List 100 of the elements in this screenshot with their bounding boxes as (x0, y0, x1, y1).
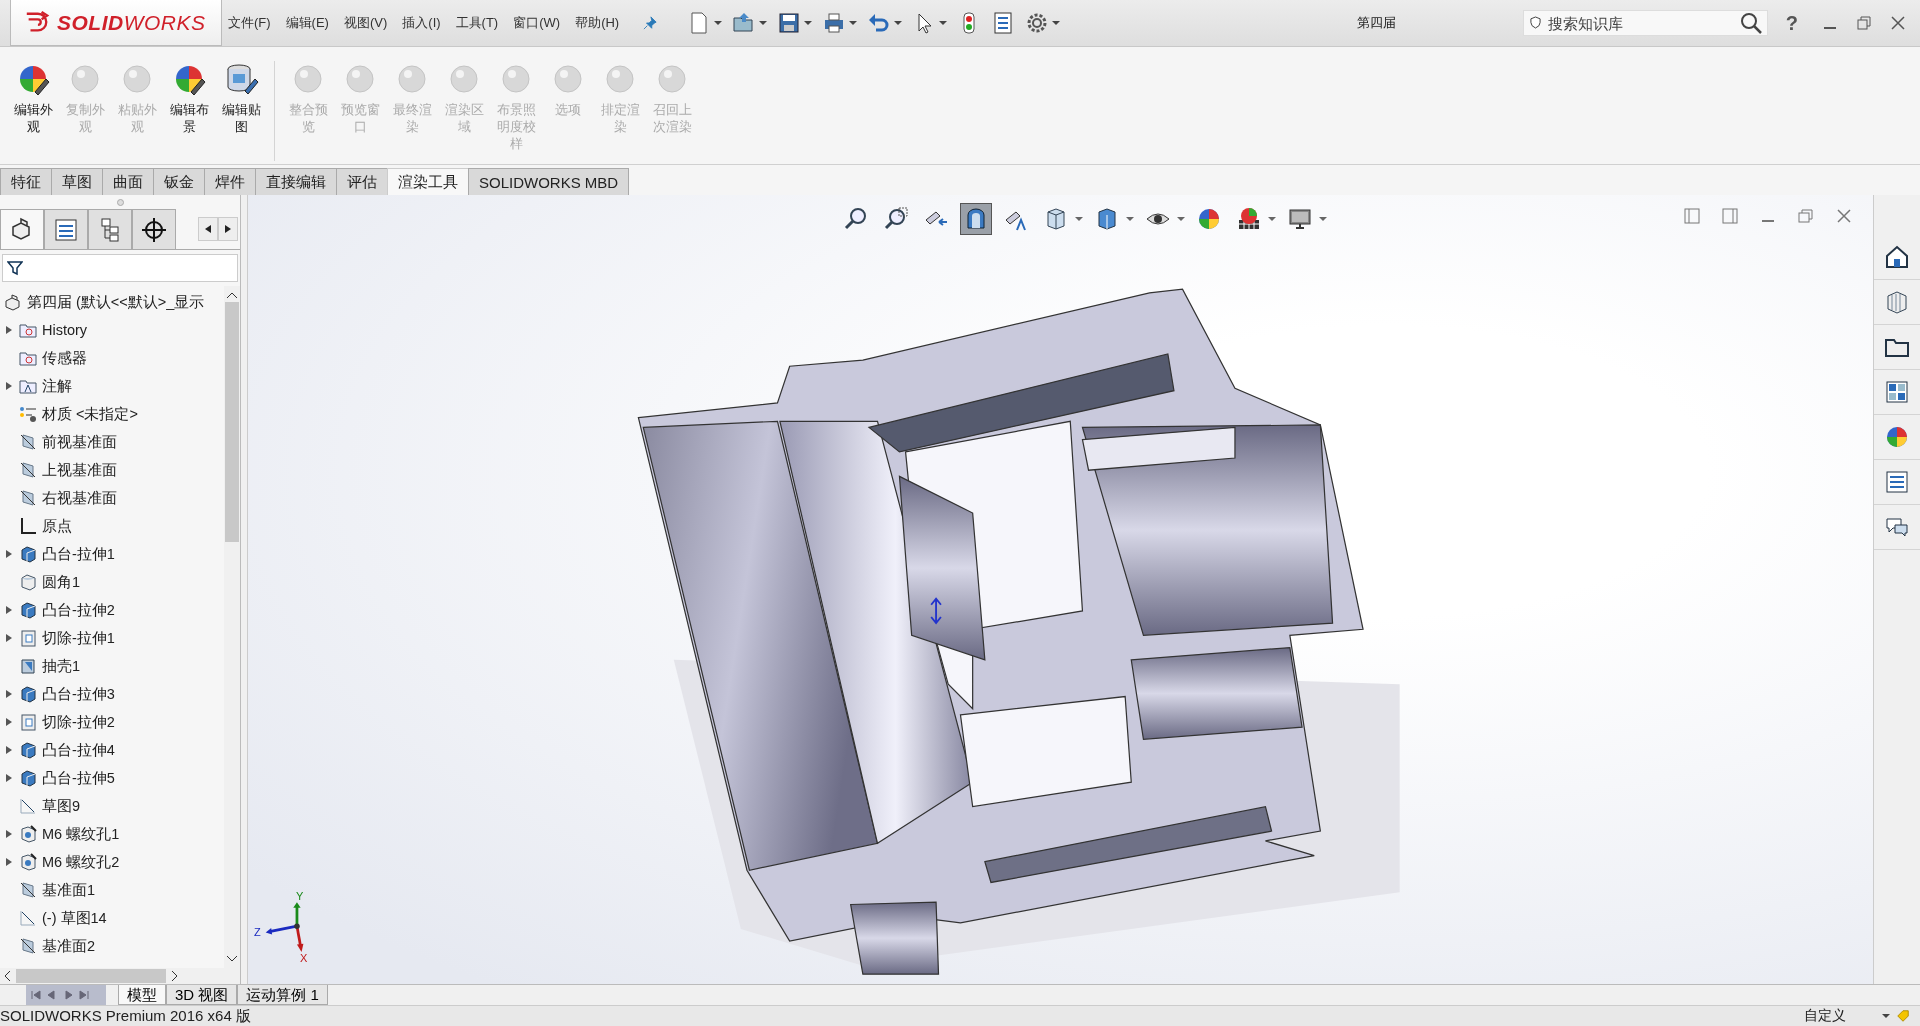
close-icon[interactable] (1835, 207, 1853, 225)
box-stack-icon[interactable] (1884, 289, 1910, 315)
filter-field[interactable] (2, 254, 238, 282)
colored-sphere-icon[interactable] (1884, 424, 1910, 450)
model-view-tab[interactable]: 3D 视图 (166, 985, 238, 1005)
expand-arrow-icon[interactable] (6, 634, 12, 642)
command-tab[interactable]: 草图 (51, 168, 103, 195)
menu-item[interactable]: 视图(V) (343, 14, 388, 32)
tree-item[interactable]: 材质 <未指定> (42, 404, 138, 424)
tab-navigation-buttons[interactable] (26, 985, 106, 1005)
caret-icon[interactable] (894, 19, 903, 27)
expand-arrow-icon[interactable] (6, 718, 12, 726)
model-view-tab[interactable]: 模型 (118, 985, 166, 1005)
expand-arrow-icon[interactable] (6, 774, 12, 782)
command-tab[interactable]: 评估 (336, 168, 388, 195)
caret-icon[interactable] (714, 19, 723, 27)
ribbon-button[interactable]: 编辑贴图 (216, 61, 266, 135)
menu-item[interactable]: 插入(I) (402, 14, 441, 32)
part-drawing[interactable] (637, 288, 1400, 975)
command-tab[interactable]: 曲面 (102, 168, 154, 195)
units-selector[interactable]: 自定义 (1804, 1007, 1846, 1025)
save-icon[interactable] (777, 11, 802, 35)
tree-item[interactable]: 原点 (42, 516, 72, 536)
help-button[interactable]: ? (1785, 11, 1798, 35)
tree-item[interactable]: 凸台-拉伸4 (42, 740, 115, 760)
scroll-down-icon[interactable] (227, 956, 237, 962)
close-icon[interactable] (1890, 15, 1906, 31)
expand-arrow-icon[interactable] (6, 746, 12, 754)
scrollbar-thumb[interactable] (225, 302, 239, 542)
caret-icon[interactable] (1052, 19, 1061, 27)
caret-icon[interactable] (1319, 215, 1327, 223)
tree-item[interactable]: 基准面2 (42, 936, 96, 956)
caret-icon[interactable] (759, 19, 768, 27)
tree-item[interactable]: M6 螺纹孔2 (42, 852, 120, 872)
graphics-area[interactable]: Y Z X (248, 195, 1873, 984)
panel-left-icon[interactable] (1683, 207, 1701, 225)
solidworks-logo[interactable]: SOLIDWORKS (10, 0, 222, 46)
search-field[interactable]: 搜索知识库 (1522, 10, 1768, 36)
tree-item[interactable]: 右视基准面 (42, 488, 117, 508)
search-icon[interactable] (1739, 12, 1762, 34)
tree-item[interactable]: History (42, 322, 88, 338)
expand-arrow-icon[interactable] (6, 830, 12, 838)
view-palette-icon[interactable] (1884, 379, 1910, 405)
grip-dot[interactable] (116, 198, 124, 206)
command-tab[interactable]: 直接编辑 (255, 168, 337, 195)
caret-icon[interactable] (804, 19, 813, 27)
list-icon[interactable] (1884, 469, 1910, 495)
tree-item[interactable]: 凸台-拉伸5 (42, 768, 115, 788)
panel-tab[interactable] (0, 209, 44, 249)
expand-arrow-icon[interactable] (6, 858, 12, 866)
scroll-right-icon[interactable] (172, 971, 178, 981)
tree-item[interactable]: (-) 草图14 (42, 908, 107, 928)
tree-item[interactable]: 切除-拉伸1 (42, 628, 115, 648)
model-view-tab[interactable]: 运动算例 1 (237, 985, 328, 1005)
menu-item[interactable]: 文件(F) (228, 14, 271, 32)
command-tab[interactable]: 特征 (0, 168, 52, 195)
panel-tab[interactable] (132, 209, 176, 249)
pin-icon[interactable] (643, 16, 658, 30)
caret-icon[interactable] (1126, 215, 1134, 223)
command-tab[interactable]: 焊件 (204, 168, 256, 195)
tree-item[interactable]: 凸台-拉伸3 (42, 684, 115, 704)
tree-item[interactable]: 抽壳1 (42, 656, 81, 676)
tree-item[interactable]: 切除-拉伸2 (42, 712, 115, 732)
tree-item[interactable]: 凸台-拉伸2 (42, 600, 115, 620)
menu-item[interactable]: 窗口(W) (513, 14, 561, 32)
menu-item[interactable]: 编辑(E) (285, 14, 329, 32)
ribbon-button[interactable]: 编辑布景 (164, 61, 214, 135)
scrollbar-thumb[interactable] (16, 969, 166, 983)
scroll-right-button[interactable] (218, 217, 238, 241)
menu-item[interactable]: 帮助(H) (575, 14, 620, 32)
home-icon[interactable] (1884, 244, 1910, 270)
caret-icon[interactable] (1882, 1012, 1890, 1020)
expand-arrow-icon[interactable] (6, 690, 12, 698)
tree-item[interactable]: 第四届 (默认<<默认>_显示 (27, 292, 205, 312)
tree-item[interactable]: 草图9 (42, 796, 81, 816)
caret-icon[interactable] (1177, 215, 1185, 223)
caret-icon[interactable] (849, 19, 858, 27)
caret-icon[interactable] (1268, 215, 1276, 223)
panel-right-icon[interactable] (1721, 207, 1739, 225)
expand-arrow-icon[interactable] (6, 326, 12, 334)
tree-item[interactable]: 上视基准面 (42, 460, 117, 480)
expand-arrow-icon[interactable] (6, 550, 12, 558)
tree-item[interactable]: 凸台-拉伸1 (42, 544, 115, 564)
horizontal-scrollbar[interactable] (0, 968, 240, 984)
command-tab[interactable]: 渲染工具 (387, 168, 469, 195)
scroll-left-button[interactable] (198, 217, 218, 241)
expand-arrow-icon[interactable] (6, 606, 12, 614)
command-tab[interactable]: 钣金 (153, 168, 205, 195)
scroll-left-icon[interactable] (4, 971, 10, 981)
tree-item[interactable]: 注解 (42, 376, 72, 396)
command-tab[interactable]: SOLIDWORKS MBD (468, 168, 630, 195)
expand-arrow-icon[interactable] (6, 382, 12, 390)
scroll-up-icon[interactable] (227, 292, 237, 298)
caret-icon[interactable] (1075, 215, 1083, 223)
caret-icon[interactable] (939, 19, 948, 27)
tree-item[interactable]: M6 螺纹孔1 (42, 824, 120, 844)
vertical-scrollbar[interactable] (224, 286, 240, 968)
tree-item[interactable]: 传感器 (42, 348, 87, 368)
ribbon-button[interactable]: 编辑外观 (8, 61, 58, 135)
tree-item[interactable]: 基准面1 (42, 880, 96, 900)
